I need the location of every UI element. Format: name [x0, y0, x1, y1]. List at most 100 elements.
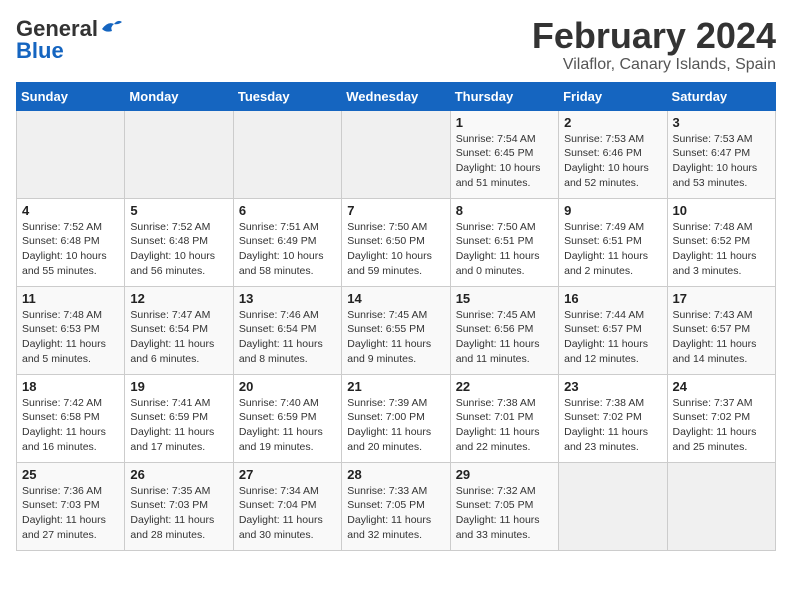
- day-detail: Sunrise: 7:32 AM Sunset: 7:05 PM Dayligh…: [456, 484, 553, 543]
- day-detail: Sunrise: 7:54 AM Sunset: 6:45 PM Dayligh…: [456, 132, 553, 191]
- header-saturday: Saturday: [667, 82, 775, 110]
- header-thursday: Thursday: [450, 82, 558, 110]
- day-number: 12: [130, 291, 227, 306]
- day-detail: Sunrise: 7:49 AM Sunset: 6:51 PM Dayligh…: [564, 220, 661, 279]
- logo: General Blue: [16, 16, 122, 64]
- day-number: 18: [22, 379, 119, 394]
- calendar-cell: 3 Sunrise: 7:53 AM Sunset: 6:47 PM Daylig…: [667, 110, 775, 198]
- calendar-cell: 10 Sunrise: 7:48 AM Sunset: 6:52 PM Dayli…: [667, 198, 775, 286]
- day-number: 26: [130, 467, 227, 482]
- day-number: 17: [673, 291, 770, 306]
- day-number: 7: [347, 203, 444, 218]
- day-detail: Sunrise: 7:35 AM Sunset: 7:03 PM Dayligh…: [130, 484, 227, 543]
- title-block: February 2024 Vilaflor, Canary Islands, …: [532, 16, 776, 74]
- day-detail: Sunrise: 7:37 AM Sunset: 7:02 PM Dayligh…: [673, 396, 770, 455]
- day-detail: Sunrise: 7:39 AM Sunset: 7:00 PM Dayligh…: [347, 396, 444, 455]
- day-detail: Sunrise: 7:46 AM Sunset: 6:54 PM Dayligh…: [239, 308, 336, 367]
- day-number: 21: [347, 379, 444, 394]
- header-friday: Friday: [559, 82, 667, 110]
- calendar-cell: [342, 110, 450, 198]
- day-detail: Sunrise: 7:52 AM Sunset: 6:48 PM Dayligh…: [22, 220, 119, 279]
- calendar-cell: [233, 110, 341, 198]
- day-number: 1: [456, 115, 553, 130]
- day-detail: Sunrise: 7:43 AM Sunset: 6:57 PM Dayligh…: [673, 308, 770, 367]
- day-detail: Sunrise: 7:50 AM Sunset: 6:50 PM Dayligh…: [347, 220, 444, 279]
- day-detail: Sunrise: 7:45 AM Sunset: 6:55 PM Dayligh…: [347, 308, 444, 367]
- day-number: 2: [564, 115, 661, 130]
- calendar-cell: 1 Sunrise: 7:54 AM Sunset: 6:45 PM Daylig…: [450, 110, 558, 198]
- calendar-week-row: 25 Sunrise: 7:36 AM Sunset: 7:03 PM Dayli…: [17, 462, 776, 550]
- day-number: 9: [564, 203, 661, 218]
- calendar-cell: 5 Sunrise: 7:52 AM Sunset: 6:48 PM Daylig…: [125, 198, 233, 286]
- calendar-cell: [125, 110, 233, 198]
- day-detail: Sunrise: 7:36 AM Sunset: 7:03 PM Dayligh…: [22, 484, 119, 543]
- day-detail: Sunrise: 7:48 AM Sunset: 6:52 PM Dayligh…: [673, 220, 770, 279]
- calendar-cell: 16Sunrise: 7:44 AM Sunset: 6:57 PM Dayli…: [559, 286, 667, 374]
- day-detail: Sunrise: 7:51 AM Sunset: 6:49 PM Dayligh…: [239, 220, 336, 279]
- calendar-cell: 17 Sunrise: 7:43 AM Sunset: 6:57 PM Dayli…: [667, 286, 775, 374]
- calendar-week-row: 4 Sunrise: 7:52 AM Sunset: 6:48 PM Daylig…: [17, 198, 776, 286]
- day-detail: Sunrise: 7:50 AM Sunset: 6:51 PM Dayligh…: [456, 220, 553, 279]
- calendar-cell: [667, 462, 775, 550]
- day-number: 10: [673, 203, 770, 218]
- calendar-cell: 25 Sunrise: 7:36 AM Sunset: 7:03 PM Dayli…: [17, 462, 125, 550]
- calendar-cell: [17, 110, 125, 198]
- calendar-cell: 14 Sunrise: 7:45 AM Sunset: 6:55 PM Dayli…: [342, 286, 450, 374]
- day-number: 6: [239, 203, 336, 218]
- day-number: 25: [22, 467, 119, 482]
- page-subtitle: Vilaflor, Canary Islands, Spain: [532, 56, 776, 74]
- header-wednesday: Wednesday: [342, 82, 450, 110]
- calendar-cell: 24Sunrise: 7:37 AM Sunset: 7:02 PM Dayli…: [667, 374, 775, 462]
- day-detail: Sunrise: 7:48 AM Sunset: 6:53 PM Dayligh…: [22, 308, 119, 367]
- calendar-header-row: SundayMondayTuesdayWednesdayThursdayFrid…: [17, 82, 776, 110]
- calendar-table: SundayMondayTuesdayWednesdayThursdayFrid…: [16, 82, 776, 551]
- calendar-cell: 28 Sunrise: 7:33 AM Sunset: 7:05 PM Dayli…: [342, 462, 450, 550]
- calendar-cell: 2 Sunrise: 7:53 AM Sunset: 6:46 PM Daylig…: [559, 110, 667, 198]
- day-number: 14: [347, 291, 444, 306]
- calendar-cell: 21 Sunrise: 7:39 AM Sunset: 7:00 PM Dayli…: [342, 374, 450, 462]
- day-number: 19: [130, 379, 227, 394]
- day-detail: Sunrise: 7:38 AM Sunset: 7:01 PM Dayligh…: [456, 396, 553, 455]
- header-sunday: Sunday: [17, 82, 125, 110]
- day-detail: Sunrise: 7:34 AM Sunset: 7:04 PM Dayligh…: [239, 484, 336, 543]
- day-detail: Sunrise: 7:47 AM Sunset: 6:54 PM Dayligh…: [130, 308, 227, 367]
- day-detail: Sunrise: 7:38 AM Sunset: 7:02 PM Dayligh…: [564, 396, 661, 455]
- day-number: 23: [564, 379, 661, 394]
- calendar-cell: 22 Sunrise: 7:38 AM Sunset: 7:01 PM Dayli…: [450, 374, 558, 462]
- calendar-cell: 15Sunrise: 7:45 AM Sunset: 6:56 PM Dayli…: [450, 286, 558, 374]
- day-number: 4: [22, 203, 119, 218]
- day-number: 28: [347, 467, 444, 482]
- day-detail: Sunrise: 7:53 AM Sunset: 6:47 PM Dayligh…: [673, 132, 770, 191]
- day-detail: Sunrise: 7:53 AM Sunset: 6:46 PM Dayligh…: [564, 132, 661, 191]
- calendar-cell: 11 Sunrise: 7:48 AM Sunset: 6:53 PM Dayli…: [17, 286, 125, 374]
- calendar-cell: 13 Sunrise: 7:46 AM Sunset: 6:54 PM Dayli…: [233, 286, 341, 374]
- day-number: 15: [456, 291, 553, 306]
- header-monday: Monday: [125, 82, 233, 110]
- logo-blue-text: Blue: [16, 38, 64, 64]
- day-number: 27: [239, 467, 336, 482]
- header-tuesday: Tuesday: [233, 82, 341, 110]
- day-number: 5: [130, 203, 227, 218]
- day-detail: Sunrise: 7:42 AM Sunset: 6:58 PM Dayligh…: [22, 396, 119, 455]
- day-number: 13: [239, 291, 336, 306]
- day-detail: Sunrise: 7:52 AM Sunset: 6:48 PM Dayligh…: [130, 220, 227, 279]
- calendar-cell: 29 Sunrise: 7:32 AM Sunset: 7:05 PM Dayli…: [450, 462, 558, 550]
- calendar-week-row: 11 Sunrise: 7:48 AM Sunset: 6:53 PM Dayli…: [17, 286, 776, 374]
- calendar-cell: 8 Sunrise: 7:50 AM Sunset: 6:51 PM Daylig…: [450, 198, 558, 286]
- page-header: General Blue February 2024 Vilaflor, Can…: [16, 16, 776, 74]
- day-number: 29: [456, 467, 553, 482]
- calendar-week-row: 18 Sunrise: 7:42 AM Sunset: 6:58 PM Dayli…: [17, 374, 776, 462]
- calendar-cell: 4 Sunrise: 7:52 AM Sunset: 6:48 PM Daylig…: [17, 198, 125, 286]
- calendar-cell: 12 Sunrise: 7:47 AM Sunset: 6:54 PM Dayli…: [125, 286, 233, 374]
- calendar-week-row: 1 Sunrise: 7:54 AM Sunset: 6:45 PM Daylig…: [17, 110, 776, 198]
- day-detail: Sunrise: 7:41 AM Sunset: 6:59 PM Dayligh…: [130, 396, 227, 455]
- day-detail: Sunrise: 7:33 AM Sunset: 7:05 PM Dayligh…: [347, 484, 444, 543]
- day-detail: Sunrise: 7:44 AM Sunset: 6:57 PM Dayligh…: [564, 308, 661, 367]
- day-number: 8: [456, 203, 553, 218]
- day-number: 11: [22, 291, 119, 306]
- calendar-cell: [559, 462, 667, 550]
- calendar-cell: 18 Sunrise: 7:42 AM Sunset: 6:58 PM Dayli…: [17, 374, 125, 462]
- day-number: 3: [673, 115, 770, 130]
- day-number: 22: [456, 379, 553, 394]
- calendar-cell: 19 Sunrise: 7:41 AM Sunset: 6:59 PM Dayli…: [125, 374, 233, 462]
